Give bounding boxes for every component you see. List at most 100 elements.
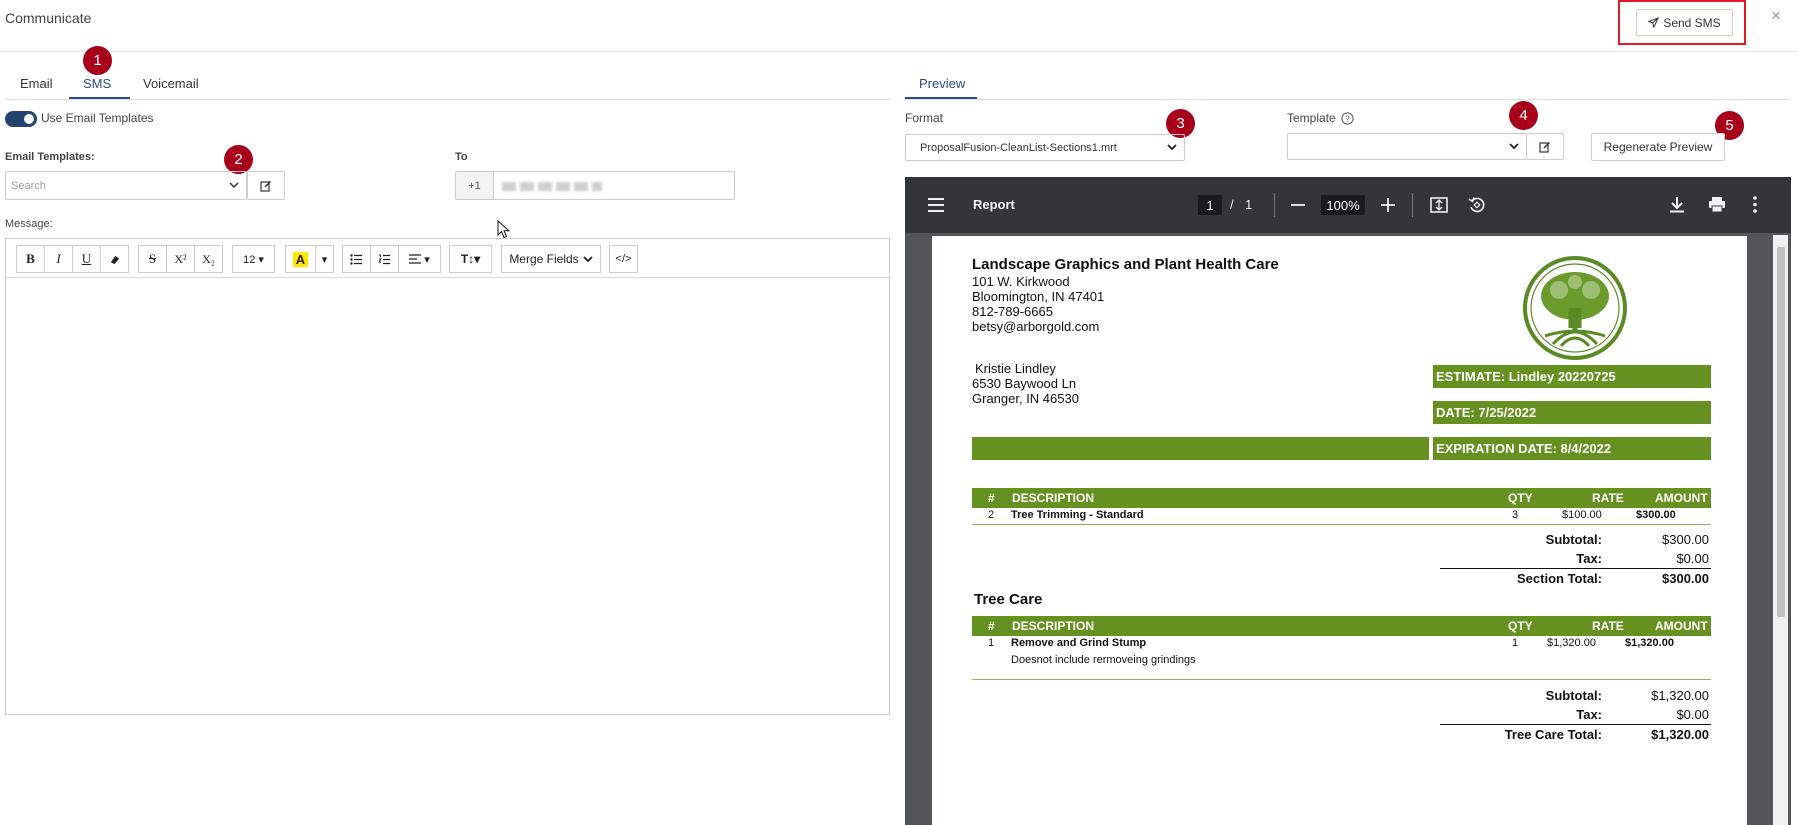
numbered-list-button[interactable]	[370, 245, 399, 273]
email-template-select[interactable]: Search	[5, 171, 247, 200]
align-left-icon	[409, 254, 422, 264]
text-size-icon: T↕▾	[460, 252, 481, 266]
pdf-page: Landscape Graphics and Plant Health Care…	[932, 236, 1747, 825]
subtotal-value: $300.00	[1662, 532, 1709, 547]
row-num: 2	[988, 509, 995, 521]
text-style-select[interactable]: T↕▾	[449, 245, 492, 273]
row-num: 1	[988, 637, 995, 649]
edit-template-preview-button[interactable]	[1526, 133, 1564, 160]
font-size-select[interactable]: 12 ▾	[232, 245, 275, 273]
tab-email[interactable]: Email	[20, 76, 53, 91]
row-qty: 1	[1512, 637, 1519, 649]
row-note: Doesnot include rermoveing grindings	[1011, 654, 1196, 666]
numbered-list-icon	[378, 254, 390, 264]
company-name: Landscape Graphics and Plant Health Care	[972, 256, 1279, 273]
fit-page-icon[interactable]	[1430, 197, 1448, 213]
more-options-icon[interactable]	[1753, 196, 1757, 213]
bold-button[interactable]: B	[16, 245, 45, 273]
scrollbar-thumb[interactable]	[1777, 247, 1785, 617]
menu-icon[interactable]	[927, 197, 945, 213]
chevron-down-icon	[1167, 144, 1177, 151]
regenerate-preview-button[interactable]: Regenerate Preview	[1591, 133, 1725, 161]
pdf-scrollbar[interactable]	[1773, 235, 1788, 825]
edit-template-button[interactable]	[247, 171, 285, 200]
send-sms-label: Send SMS	[1663, 15, 1721, 30]
row-qty: 3	[1512, 509, 1519, 521]
superscript-button[interactable]: X²	[166, 245, 195, 273]
estimate-number: ESTIMATE: Lindley 20220725	[1433, 365, 1711, 388]
bullet-list-button[interactable]	[342, 245, 371, 273]
redacted-phone-number	[502, 182, 602, 191]
use-email-templates-label: Use Email Templates	[41, 111, 154, 125]
row-divider	[972, 679, 1711, 680]
format-select[interactable]: ProposalFusion-CleanList-Sections1.mrt	[905, 134, 1185, 161]
help-icon[interactable]: ?	[1341, 111, 1354, 125]
edit-icon	[1539, 141, 1551, 153]
row-description: Remove and Grind Stump	[1011, 637, 1147, 649]
tab-sms[interactable]: SMS	[83, 76, 111, 91]
highlight-color-dropdown[interactable]: ▾	[315, 245, 334, 273]
send-icon	[1648, 17, 1660, 28]
row-description: Tree Trimming - Standard	[1011, 509, 1144, 521]
step-badge-4: 4	[1509, 101, 1538, 130]
to-phone-field[interactable]: +1	[455, 171, 735, 200]
tax-value: $0.00	[1676, 551, 1709, 566]
col-rate: RATE	[1592, 619, 1624, 633]
rotate-icon[interactable]	[1468, 196, 1486, 214]
subtotal-label: Subtotal:	[1545, 532, 1602, 547]
company-phone: 812-789-6665	[972, 304, 1053, 319]
total-rule	[1440, 724, 1711, 725]
code-view-button[interactable]: </>	[609, 245, 638, 273]
col-amount: AMOUNT	[1655, 491, 1708, 505]
client-name: Kristie Lindley	[975, 361, 1056, 376]
section-total-value: $300.00	[1662, 571, 1709, 586]
company-email: betsy@arborgold.com	[972, 319, 1100, 334]
svg-text:?: ?	[1345, 114, 1350, 123]
table-header: # DESCRIPTION QTY RATE AMOUNT	[972, 488, 1711, 508]
section-total-value: $1,320.00	[1651, 727, 1709, 742]
message-label: Message:	[5, 218, 53, 230]
template-label: Template	[1287, 111, 1336, 125]
download-icon[interactable]	[1669, 196, 1685, 213]
strikethrough-button[interactable]: S	[138, 245, 167, 273]
country-code-prefix: +1	[456, 172, 494, 199]
col-num: #	[988, 619, 995, 633]
zoom-level-input[interactable]: 100%	[1321, 195, 1365, 215]
page-total: 1	[1245, 197, 1253, 212]
tab-voicemail[interactable]: Voicemail	[143, 76, 199, 91]
template-label-group: Template ?	[1287, 111, 1354, 125]
col-description: DESCRIPTION	[1012, 491, 1095, 505]
italic-button[interactable]: I	[44, 245, 73, 273]
clear-format-button[interactable]	[100, 245, 129, 273]
preview-tabs: Preview	[905, 68, 1790, 100]
send-sms-button[interactable]: Send SMS	[1636, 9, 1733, 36]
email-templates-label: Email Templates:	[5, 151, 95, 163]
print-icon[interactable]	[1708, 196, 1726, 213]
active-tab-indicator	[69, 97, 130, 99]
zoom-in-icon[interactable]	[1381, 198, 1395, 212]
highlight-color-button[interactable]: A	[285, 245, 316, 273]
col-qty: QTY	[1508, 491, 1533, 505]
section-total-label: Tree Care Total:	[1504, 727, 1602, 742]
subscript-button[interactable]: X₂	[194, 245, 223, 273]
mouse-cursor-icon	[497, 220, 510, 239]
merge-fields-dropdown[interactable]: Merge Fields	[501, 245, 601, 273]
page-number-input[interactable]: 1	[1198, 195, 1222, 215]
col-num: #	[988, 491, 995, 505]
underline-button[interactable]: U	[72, 245, 101, 273]
toolbar-divider	[1412, 193, 1413, 217]
client-address-2: Granger, IN 46530	[972, 391, 1079, 406]
email-template-placeholder: Search	[11, 180, 46, 192]
align-select[interactable]: ▾	[398, 245, 441, 273]
close-icon[interactable]: ×	[1771, 6, 1781, 26]
bullet-list-icon	[350, 253, 362, 265]
tax-value: $0.00	[1676, 707, 1709, 722]
use-email-templates-toggle[interactable]	[5, 111, 37, 127]
tab-preview[interactable]: Preview	[919, 76, 965, 91]
template-select[interactable]	[1287, 133, 1527, 160]
zoom-out-icon[interactable]	[1291, 204, 1305, 206]
message-editor[interactable]: B I U S X² X₂ 12 ▾ A ▾ ▾ T↕▾ Merge Field…	[5, 238, 890, 715]
format-value: ProposalFusion-CleanList-Sections1.mrt	[920, 142, 1117, 154]
section-total-label: Section Total:	[1517, 571, 1602, 586]
expiration-date: EXPIRATION DATE: 8/4/2022	[1433, 437, 1711, 460]
